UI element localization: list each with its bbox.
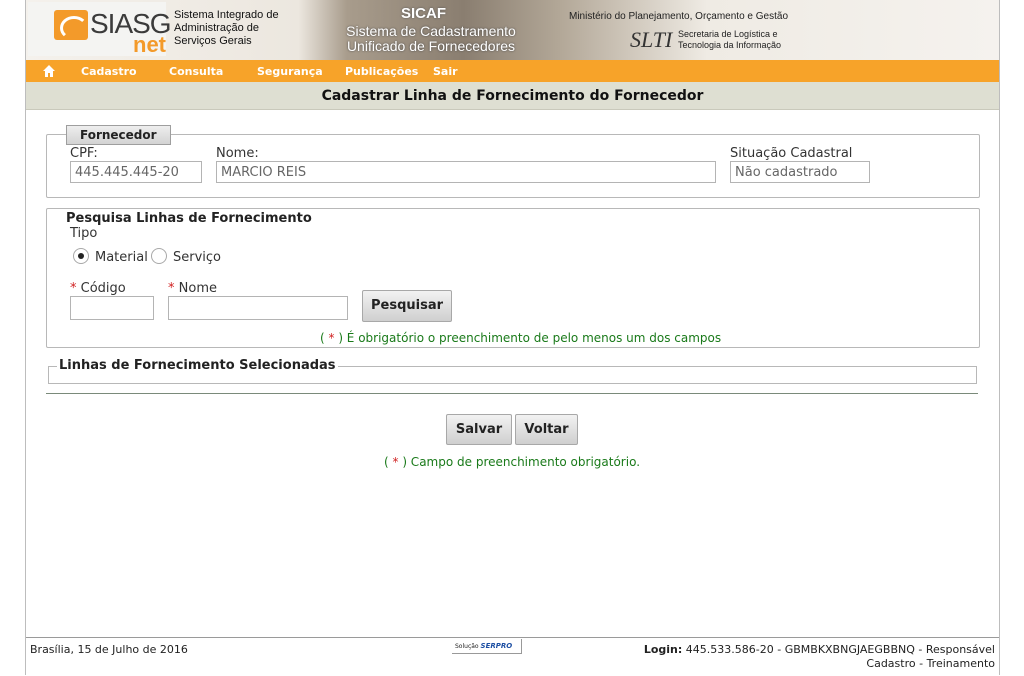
- footer: Brasília, 15 de Julho de 2016 Solução SE…: [26, 637, 999, 676]
- menu-item-cadastro[interactable]: Cadastro: [81, 65, 137, 78]
- selecionadas-legend: Linhas de Fornecimento Selecionadas: [57, 358, 338, 373]
- sicaf-title: SICAF: [401, 5, 446, 22]
- home-icon[interactable]: [42, 64, 56, 78]
- nome-search-input[interactable]: [168, 296, 348, 320]
- material-radio-label[interactable]: Material: [95, 250, 148, 265]
- page-title: Cadastrar Linha de Fornecimento do Forne…: [321, 88, 704, 104]
- siasg-logo: SIASG net: [28, 2, 172, 57]
- main-menu: Cadastro Consulta Segurança Publicações …: [26, 60, 999, 82]
- servico-radio[interactable]: [151, 248, 167, 264]
- footer-date: Brasília, 15 de Julho de 2016: [30, 643, 188, 656]
- pesquisa-legend: Pesquisa Linhas de Fornecimento: [65, 211, 313, 226]
- login-value: 445.533.586-20 - GBMBKXBNGJAEGBBNQ - Res…: [685, 643, 995, 656]
- ministry-name: Ministério do Planejamento, Orçamento e …: [569, 11, 788, 22]
- note-paren: (: [320, 331, 329, 345]
- cpf-label: CPF:: [70, 146, 98, 161]
- page-frame: SIASG net Sistema Integrado de Administr…: [25, 0, 1000, 675]
- servico-radio-label[interactable]: Serviço: [173, 250, 221, 265]
- page-title-bar: Cadastrar Linha de Fornecimento do Forne…: [26, 82, 999, 110]
- codigo-input[interactable]: [70, 296, 154, 320]
- nome-search-label: * Nome: [168, 281, 217, 296]
- menu-item-consulta[interactable]: Consulta: [169, 65, 223, 78]
- system-name-line: Serviços Gerais: [174, 35, 252, 47]
- menu-item-seguranca[interactable]: Segurança: [257, 65, 323, 78]
- material-radio[interactable]: [73, 248, 89, 264]
- slti-name-line: Secretaria de Logística e: [678, 29, 778, 39]
- pesquisar-button[interactable]: Pesquisar: [362, 290, 452, 322]
- menu-item-publicacoes[interactable]: Publicações: [345, 65, 418, 78]
- serpro-name: SERPRO: [480, 642, 513, 650]
- serpro-prefix: Solução: [455, 643, 479, 650]
- pesquisa-fieldset: [46, 208, 980, 348]
- codigo-label-text: Código: [80, 281, 126, 296]
- siasg-logo-icon: [54, 10, 88, 40]
- note-text: ) Campo de preenchimento obrigatório.: [398, 455, 641, 469]
- sicaf-subtitle-line: Unificado de Fornecedores: [346, 38, 516, 54]
- fornecedor-legend: Fornecedor: [66, 125, 171, 145]
- back-button[interactable]: Voltar: [515, 414, 578, 445]
- required-field-note: ( * ) Campo de preenchimento obrigatório…: [384, 455, 640, 469]
- logo-sub-text: net: [133, 32, 166, 57]
- system-name-line: Sistema Integrado de: [174, 9, 279, 21]
- header-banner: SIASG net Sistema Integrado de Administr…: [26, 0, 999, 60]
- login-label: Login:: [643, 643, 683, 656]
- situacao-label: Situação Cadastral: [730, 146, 853, 161]
- menu-item-sair[interactable]: Sair: [433, 65, 458, 78]
- note-text: ) É obrigatório o preenchimento de pelo …: [334, 331, 722, 345]
- login-line: Login: 445.533.586-20 - GBMBKXBNGJAEGBBN…: [644, 643, 995, 657]
- nome-search-label-text: Nome: [178, 281, 217, 296]
- note-paren: (: [384, 455, 393, 469]
- save-button[interactable]: Salvar: [446, 414, 512, 445]
- sicaf-subtitle: Sistema de Cadastramento Unificado de Fo…: [326, 24, 536, 54]
- required-mark: *: [168, 281, 175, 296]
- slti-name: Secretaria de Logística e Tecnologia da …: [678, 29, 781, 51]
- login-line-2: Cadastro - Treinamento: [866, 657, 995, 670]
- nome-field[interactable]: MARCIO REIS: [216, 161, 716, 183]
- divider: [46, 393, 978, 394]
- tipo-label: Tipo: [70, 226, 98, 241]
- serpro-logo: Solução SERPRO: [452, 639, 522, 654]
- required-mark: *: [70, 281, 77, 296]
- slti-name-line: Tecnologia da Informação: [678, 40, 782, 50]
- sicaf-subtitle-line: Sistema de Cadastramento: [346, 23, 516, 39]
- pesquisa-required-note: ( * ) É obrigatório o preenchimento de p…: [320, 331, 721, 345]
- codigo-label: * Código: [70, 281, 126, 296]
- login-info: Login: 445.533.586-20 - GBMBKXBNGJAEGBBN…: [644, 643, 995, 671]
- system-name: Sistema Integrado de Administração de Se…: [174, 9, 279, 48]
- system-name-line: Administração de: [174, 22, 259, 34]
- situacao-field[interactable]: Não cadastrado: [730, 161, 870, 183]
- cpf-field[interactable]: 445.445.445-20: [70, 161, 202, 183]
- slti-logo: SLTI: [630, 27, 673, 52]
- nome-label: Nome:: [216, 146, 259, 161]
